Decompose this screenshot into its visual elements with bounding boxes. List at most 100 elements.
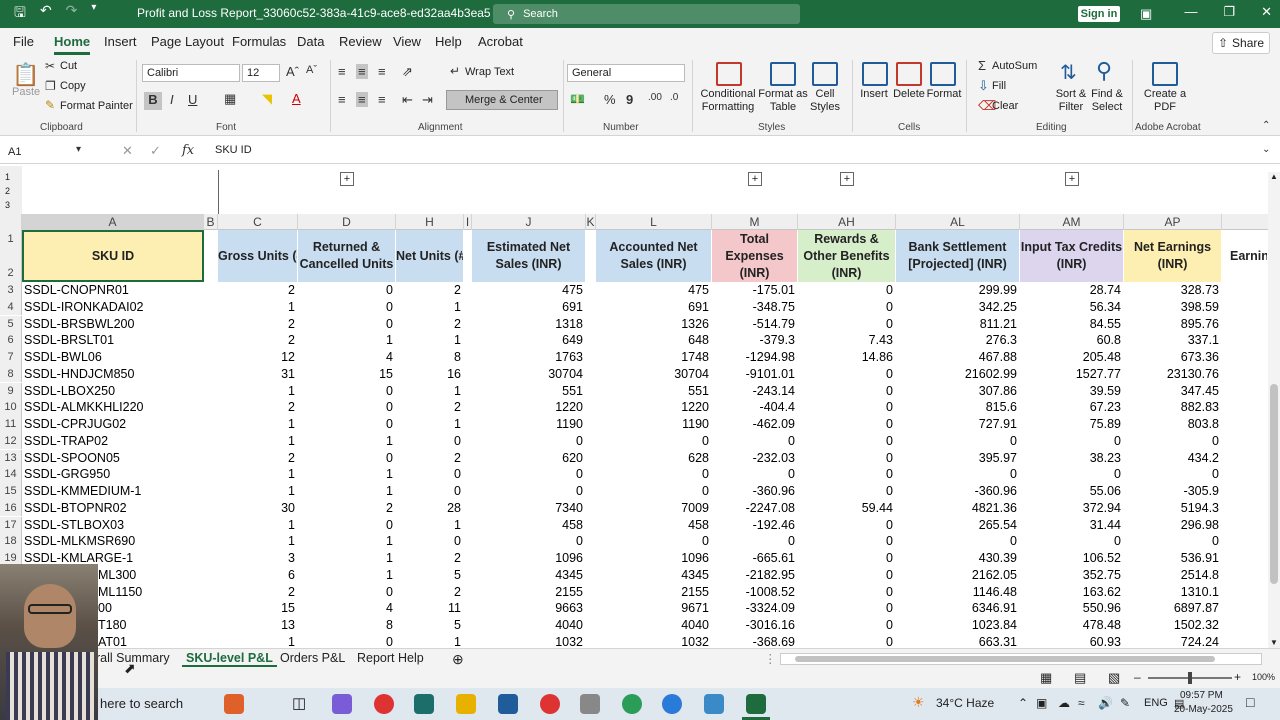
cell-rewards-benefits[interactable]: 0 bbox=[798, 483, 896, 500]
row-header[interactable]: 18 bbox=[0, 533, 22, 550]
cell-total-expenses[interactable]: -348.75 bbox=[712, 299, 798, 316]
header-accounted-net-sales[interactable]: Accounted Net Sales (INR) bbox=[596, 230, 712, 282]
app-icon[interactable] bbox=[580, 694, 600, 714]
cell-net-units[interactable]: 1 bbox=[396, 416, 464, 433]
create-pdf-button[interactable]: Create a PDF bbox=[1138, 88, 1192, 114]
cell-gross-units[interactable]: 2 bbox=[218, 584, 298, 601]
expand-group-button[interactable]: + bbox=[840, 172, 854, 186]
cell-gross-units[interactable]: 1 bbox=[218, 433, 298, 450]
cell-net-earnings[interactable]: 724.24 bbox=[1124, 634, 1222, 648]
cell-styles-icon[interactable] bbox=[812, 62, 838, 86]
customize-qat-icon[interactable]: ▾ bbox=[91, 2, 96, 26]
cell-bank-settlement[interactable]: 727.91 bbox=[896, 416, 1020, 433]
cell-returned-units[interactable]: 4 bbox=[298, 349, 396, 366]
cell-rewards-benefits[interactable]: 14.86 bbox=[798, 349, 896, 366]
fill-icon[interactable]: ⇩ bbox=[978, 78, 989, 94]
cell-estimated-net-sales[interactable]: 1096 bbox=[472, 550, 586, 567]
cell-estimated-net-sales[interactable]: 9663 bbox=[472, 600, 586, 617]
fill-button[interactable]: Fill bbox=[992, 80, 1006, 92]
expand-group-button[interactable]: + bbox=[340, 172, 354, 186]
cell-returned-units[interactable]: 0 bbox=[298, 399, 396, 416]
cell-net-units[interactable]: 1 bbox=[396, 299, 464, 316]
cell-input-tax-credits[interactable]: 55.06 bbox=[1020, 483, 1124, 500]
cell-net-earnings[interactable]: 673.36 bbox=[1124, 349, 1222, 366]
cell-accounted-net-sales[interactable]: 0 bbox=[596, 483, 712, 500]
cell-rewards-benefits[interactable]: 0 bbox=[798, 634, 896, 648]
cell-returned-units[interactable]: 8 bbox=[298, 617, 396, 634]
cell-rewards-benefits[interactable]: 0 bbox=[798, 600, 896, 617]
cell-bank-settlement[interactable]: 811.21 bbox=[896, 316, 1020, 333]
cell-net-earnings[interactable]: 6897.87 bbox=[1124, 600, 1222, 617]
cell-rewards-benefits[interactable]: 0 bbox=[798, 416, 896, 433]
tab-formulas[interactable]: Formulas bbox=[232, 34, 286, 49]
scroll-up-icon[interactable]: ▲ bbox=[1270, 172, 1278, 181]
cell-net-units[interactable]: 0 bbox=[396, 533, 464, 550]
taskbar-search[interactable]: here to search bbox=[100, 696, 183, 711]
edge-icon[interactable] bbox=[662, 694, 682, 714]
cell-estimated-net-sales[interactable]: 1318 bbox=[472, 316, 586, 333]
tab-acrobat[interactable]: Acrobat bbox=[478, 34, 523, 49]
cell-accounted-net-sales[interactable]: 551 bbox=[596, 383, 712, 400]
cell-net-earnings[interactable]: 328.73 bbox=[1124, 282, 1222, 299]
cell-total-expenses[interactable]: -192.46 bbox=[712, 517, 798, 534]
pen-icon[interactable]: ✎ bbox=[1120, 696, 1130, 710]
row-header[interactable]: 3 bbox=[0, 282, 22, 299]
cell-bank-settlement[interactable]: 265.54 bbox=[896, 517, 1020, 534]
copy-button[interactable]: Copy bbox=[60, 80, 86, 92]
cell-net-units[interactable]: 2 bbox=[396, 399, 464, 416]
header-input-tax-credits[interactable]: Input Tax Credits (INR) bbox=[1020, 230, 1124, 282]
cell-bank-settlement[interactable]: 1146.48 bbox=[896, 584, 1020, 601]
cell-gross-units[interactable]: 13 bbox=[218, 617, 298, 634]
cell-estimated-net-sales[interactable]: 691 bbox=[472, 299, 586, 316]
row-header[interactable]: 5 bbox=[0, 315, 22, 333]
cell-sku-id[interactable]: SSDL-MLKMSR690 bbox=[22, 533, 204, 550]
cell-bank-settlement[interactable]: 0 bbox=[896, 533, 1020, 550]
cell-net-earnings[interactable]: 347.45 bbox=[1124, 383, 1222, 400]
column-header-ah[interactable]: AH bbox=[798, 214, 896, 230]
cell-sku-id[interactable]: SSDL-ALMKKHLI220 bbox=[22, 399, 204, 416]
cell-net-earnings[interactable]: 23130.76 bbox=[1124, 366, 1222, 383]
minimize-icon[interactable]: — bbox=[1184, 4, 1197, 20]
cell-bank-settlement[interactable]: 342.25 bbox=[896, 299, 1020, 316]
cell-returned-units[interactable]: 1 bbox=[298, 483, 396, 500]
cell-sku-id[interactable]: SSDL-STLBOX03 bbox=[22, 517, 204, 534]
cell-estimated-net-sales[interactable]: 4040 bbox=[472, 617, 586, 634]
cell-sku-id[interactable]: SSDL-BRSBWL200 bbox=[22, 316, 204, 333]
cell-estimated-net-sales[interactable]: 30704 bbox=[472, 366, 586, 383]
cell-estimated-net-sales[interactable]: 0 bbox=[472, 433, 586, 450]
cell-input-tax-credits[interactable]: 31.44 bbox=[1020, 517, 1124, 534]
cell-bank-settlement[interactable]: 0 bbox=[896, 466, 1020, 483]
cell-bank-settlement[interactable]: 395.97 bbox=[896, 450, 1020, 467]
cell-sku-id[interactable]: SSDL-KMMEDIUM-1 bbox=[22, 483, 204, 500]
cell-input-tax-credits[interactable]: 352.75 bbox=[1020, 567, 1124, 584]
cell-net-earnings[interactable]: 0 bbox=[1124, 533, 1222, 550]
wrap-text-icon[interactable]: ↵ bbox=[450, 64, 460, 78]
cell-returned-units[interactable]: 1 bbox=[298, 550, 396, 567]
header-blank[interactable] bbox=[204, 230, 218, 282]
cell-gross-units[interactable]: 1 bbox=[218, 466, 298, 483]
weather-text[interactable]: 34°C Haze bbox=[936, 696, 994, 710]
cell-rewards-benefits[interactable]: 0 bbox=[798, 316, 896, 333]
comma-icon[interactable]: 9 bbox=[626, 92, 633, 107]
underline-icon[interactable]: U bbox=[188, 92, 197, 107]
row-header[interactable]: 14 bbox=[0, 466, 22, 483]
notifications-icon[interactable]: □ bbox=[1246, 694, 1254, 710]
conditional-formatting-button[interactable]: Conditional Formatting bbox=[698, 88, 758, 114]
cell-rewards-benefits[interactable]: 0 bbox=[798, 567, 896, 584]
cell-rewards-benefits[interactable]: 0 bbox=[798, 450, 896, 467]
cell-accounted-net-sales[interactable]: 475 bbox=[596, 282, 712, 299]
cell-gross-units[interactable]: 1 bbox=[218, 416, 298, 433]
cell-rewards-benefits[interactable]: 59.44 bbox=[798, 500, 896, 517]
cell-input-tax-credits[interactable]: 75.89 bbox=[1020, 416, 1124, 433]
cell-input-tax-credits[interactable]: 38.23 bbox=[1020, 450, 1124, 467]
add-sheet-icon[interactable]: ⊕ bbox=[452, 651, 464, 668]
cell-net-earnings[interactable]: 296.98 bbox=[1124, 517, 1222, 534]
header-returned-cancelled[interactable]: Returned & Cancelled Units bbox=[298, 230, 396, 282]
cell-returned-units[interactable]: 0 bbox=[298, 634, 396, 648]
cell-net-units[interactable]: 2 bbox=[396, 450, 464, 467]
cell-accounted-net-sales[interactable]: 9671 bbox=[596, 600, 712, 617]
autosum-icon[interactable]: Σ bbox=[978, 58, 986, 73]
cell-net-units[interactable]: 5 bbox=[396, 617, 464, 634]
cell-input-tax-credits[interactable]: 550.96 bbox=[1020, 600, 1124, 617]
cell-accounted-net-sales[interactable]: 1032 bbox=[596, 634, 712, 648]
